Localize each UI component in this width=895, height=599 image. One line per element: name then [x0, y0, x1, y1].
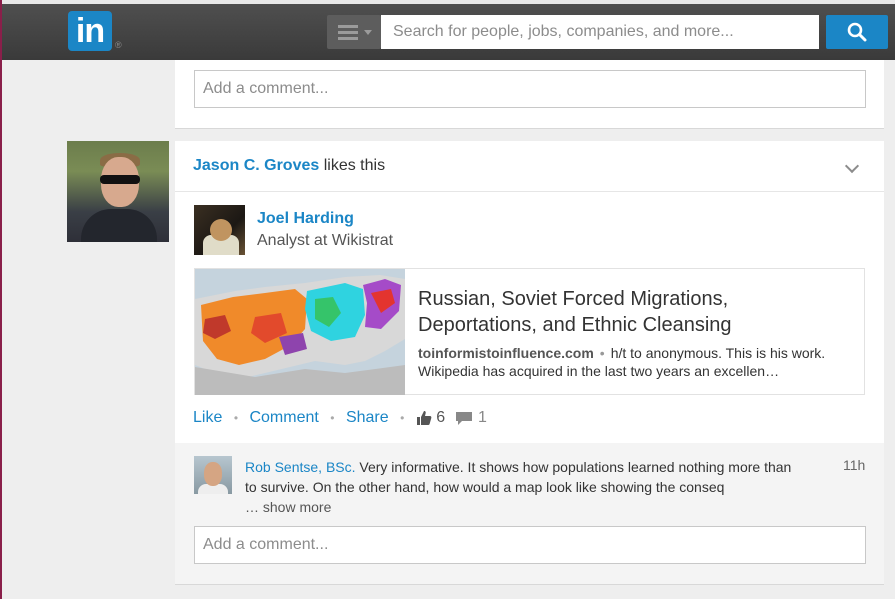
comments-section: Rob Sentse, BSc. Very informative. It sh…	[175, 443, 884, 584]
social-actions-bar: Like • Comment • Share • 6 1	[193, 409, 487, 427]
show-more-link[interactable]: … show more	[245, 499, 331, 515]
like-button[interactable]: Like	[193, 409, 222, 427]
chevron-down-icon	[364, 30, 372, 35]
comment-button[interactable]: Comment	[249, 409, 318, 427]
article-meta: toinformistoinfluence.com • h/t to anonymo…	[418, 344, 858, 380]
article-title[interactable]: Russian, Soviet Forced Migrations, Depor…	[418, 286, 848, 338]
search-button[interactable]	[826, 15, 888, 49]
article-source: toinformistoinfluence.com	[418, 345, 594, 361]
previous-feed-card	[175, 60, 884, 129]
activity-line: Jason C. Groves likes this	[193, 157, 385, 175]
activity-action-text: likes this	[319, 157, 386, 174]
comment-input-previous[interactable]	[194, 70, 866, 108]
actor-avatar[interactable]	[67, 141, 169, 242]
window-edge	[0, 0, 2, 599]
shared-article[interactable]: Russian, Soviet Forced Migrations, Depor…	[194, 268, 865, 395]
action-separator: •	[330, 411, 335, 425]
author-avatar[interactable]	[194, 205, 245, 255]
feed-card-header: Jason C. Groves likes this	[175, 141, 884, 192]
search-input[interactable]	[381, 15, 819, 49]
share-button[interactable]: Share	[346, 409, 389, 427]
commenter-name-link[interactable]: Rob Sentse, BSc.	[245, 459, 356, 475]
actor-name-link[interactable]: Jason C. Groves	[193, 157, 319, 174]
comment-input[interactable]	[194, 526, 866, 564]
action-separator: •	[233, 411, 239, 425]
comment-timestamp: 11h	[843, 457, 866, 473]
chevron-down-icon[interactable]	[844, 158, 860, 174]
like-count[interactable]: 6	[436, 409, 445, 427]
comment-text: Rob Sentse, BSc. Very informative. It sh…	[245, 457, 805, 497]
comment-bubble-icon[interactable]	[454, 410, 474, 426]
action-separator: •	[400, 411, 405, 425]
meta-separator: •	[599, 345, 605, 361]
feed-card: Jason C. Groves likes this Joel Harding …	[175, 141, 884, 585]
search-category-dropdown[interactable]	[327, 15, 381, 49]
commenter-avatar[interactable]	[194, 456, 232, 494]
menu-icon	[338, 25, 358, 43]
registered-mark: ®	[115, 40, 122, 50]
top-navigation-bar: in ®	[2, 0, 895, 60]
author-name-link[interactable]: Joel Harding	[257, 210, 354, 228]
article-map-thumbnail[interactable]	[195, 269, 405, 395]
thumbs-up-icon[interactable]	[416, 410, 432, 426]
logo-text: in	[75, 12, 105, 50]
author-headline: Analyst at Wikistrat	[257, 232, 394, 249]
comment-count[interactable]: 1	[478, 409, 487, 427]
linkedin-logo[interactable]: in	[68, 11, 112, 51]
search-icon	[847, 22, 867, 42]
